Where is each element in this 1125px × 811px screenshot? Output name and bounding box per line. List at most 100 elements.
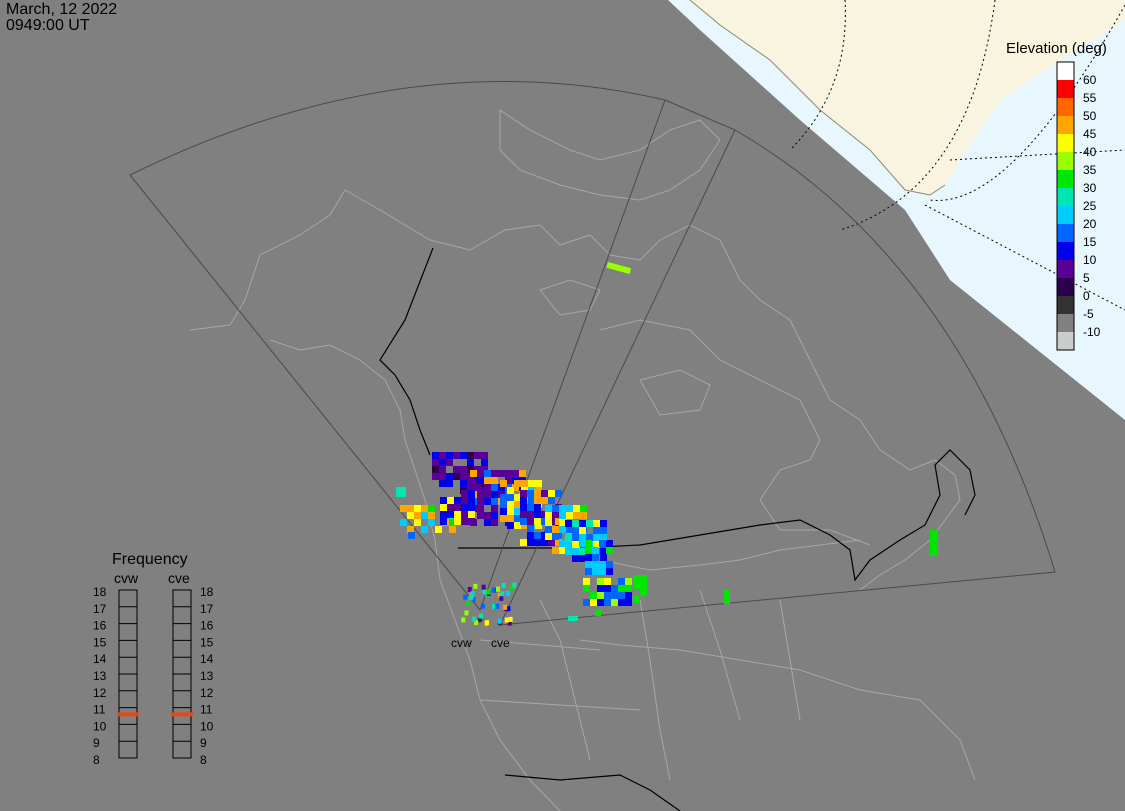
echo-cell [566,512,573,519]
echo-cell [600,527,607,534]
echo-cell [579,527,586,534]
echo-cell [447,497,454,504]
echo-cell [599,561,606,568]
echo-cell [579,548,586,555]
echo-cell [606,262,632,275]
echo-cell [497,618,502,624]
echo-cell [408,532,415,539]
legend-title: Elevation (deg) [1006,40,1107,57]
echo-cell [572,527,579,534]
frequency-scale-label: 12 [93,686,107,700]
echo-cell [507,494,514,501]
echo-cell [468,504,475,511]
echo-cell [611,599,618,606]
echo-cell [555,490,562,497]
echo-cell [428,519,435,526]
legend-tick-label: 15 [1083,235,1097,249]
echo-cell [585,568,592,575]
legend-tick-label: 20 [1083,217,1097,231]
echo-cell [541,539,548,546]
echo-cell [572,520,579,527]
echo-cell [573,512,580,519]
echo-cell [477,491,484,498]
echo-cell [400,519,407,526]
echo-cell [580,512,587,519]
echo-cell [500,508,507,515]
legend-swatch [1057,116,1074,134]
echo-cell [440,504,447,511]
echo-cell [484,477,491,484]
frequency-scale-label: 15 [200,635,214,649]
echo-cell [414,519,421,526]
legend-swatch [1057,260,1074,278]
echo-cell [579,555,586,562]
legend-tick-label: 55 [1083,91,1097,105]
echo-cell [552,533,559,540]
echo-cell [500,591,505,597]
echo-cell [514,494,521,501]
echo-cell [520,497,527,504]
echo-cell [625,578,632,585]
echo-cell [480,603,485,609]
echo-cell [604,578,611,585]
echo-cell [500,515,507,522]
echo-cell [446,452,453,459]
echo-cell [585,554,592,561]
echo-cell [514,480,521,487]
echo-cell [407,512,414,519]
echo-cell [407,526,414,533]
echo-cell [477,498,484,505]
echo-cell [499,595,504,601]
echo-cell [446,473,453,480]
echo-cell [484,470,491,477]
echo-cell [495,603,500,609]
echo-cell [548,497,555,504]
coastlines [189,109,976,811]
echo-cell [625,599,632,606]
echo-cell [481,452,488,459]
echo-cell [491,491,498,498]
echo-cell [505,470,512,477]
echo-cell [633,582,640,589]
echo-cell [508,616,513,622]
legend-tick-label: 0 [1083,289,1090,303]
echo-cell [506,590,511,596]
frequency-marker [117,712,139,717]
echo-cell [559,505,566,512]
echo-cell [552,505,559,512]
echo-cell [606,568,613,575]
echo-cell [484,491,491,498]
echo-cell [565,534,572,541]
echo-cell [414,505,421,512]
echo-cell [625,592,632,599]
echo-cell [460,452,467,459]
legend-tick-label: 45 [1083,127,1097,141]
site-label: cve [491,636,510,650]
echo-cell [633,596,640,603]
echo-cell [453,473,460,480]
echo-cell [579,520,586,527]
echo-cell [590,599,597,606]
echo-cell [597,585,604,592]
echo-cell [467,452,474,459]
legend-tick-label: -5 [1083,307,1094,321]
echo-cell [930,530,938,556]
echo-cell [484,519,491,526]
echo-cell [446,459,453,466]
frequency-scale-label: 18 [200,585,214,599]
echo-cell [491,519,498,526]
echo-cell [606,561,613,568]
echo-cell [593,541,600,548]
echo-cell [528,480,535,487]
echo-cell [486,589,491,595]
echo-cell [580,505,587,512]
echo-cell [541,497,548,504]
echo-cell [600,534,607,541]
legend-tick-label: 30 [1083,181,1097,195]
echo-cell [572,534,579,541]
echo-cell [454,511,461,518]
echo-cell [527,532,534,539]
frequency-scale-label: 8 [93,753,100,767]
echo-cell [541,490,548,497]
echo-cell [573,505,580,512]
